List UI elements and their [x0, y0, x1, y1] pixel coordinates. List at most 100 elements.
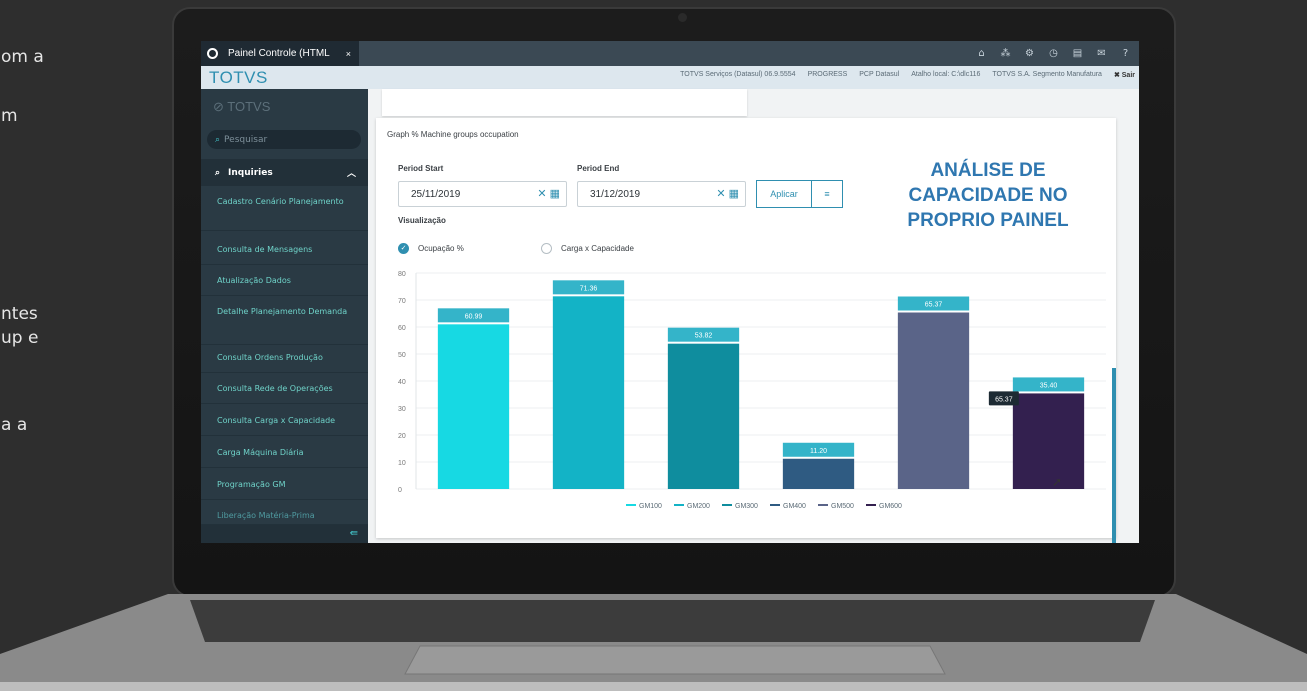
background-text-4: up e	[1, 328, 39, 348]
clear-calendar-icon[interactable]: ✕ ▦	[537, 187, 560, 200]
info-module: PCP Datasul	[859, 71, 900, 78]
search-icon: ⌕	[215, 134, 221, 145]
sidebar-item[interactable]: Liberação Matéria-Prima	[201, 509, 368, 525]
chevron-up-icon: ︿	[346, 169, 356, 179]
data-label: 35.40	[1040, 382, 1058, 389]
app-window: Painel Controle (HTML × ⌂ ⁂ ⚙ ◷ ▤ ✉ ? TO…	[201, 41, 1139, 543]
totvs-logo-icon	[207, 48, 218, 59]
toolbar-icons: ⌂ ⁂ ⚙ ◷ ▤ ✉ ?	[976, 41, 1131, 66]
mail-icon[interactable]: ✉	[1096, 48, 1107, 59]
legend-item: GM400	[783, 503, 806, 510]
info-company: TOTVS S.A. Segmento Manufatura	[992, 71, 1102, 78]
period-start-value: 25/11/2019	[411, 188, 461, 200]
period-end-field[interactable]: 31/12/2019 ✕ ▦	[577, 181, 746, 207]
bar-gm100	[437, 324, 510, 489]
webcam	[678, 13, 687, 22]
headline-text: ANÁLISE DE CAPACIDADE NO PROPRIO PAINEL	[907, 160, 1069, 231]
card-title: Graph % Machine groups occupation	[387, 130, 519, 139]
visualization-label: Visualização	[398, 216, 446, 225]
checked-radio-icon: ✓	[398, 243, 409, 254]
background-text-2: m	[1, 106, 18, 126]
brand-logo: TOTVS	[209, 68, 268, 87]
sidebar: ⊘ TOTVS ⌕ Pesquisar ⌕ Inquiries ︿ Cadast…	[201, 89, 368, 543]
sidebar-item[interactable]: Consulta de Mensagens	[201, 243, 368, 265]
header-bar: TOTVS TOTVS Serviços (Datasul) 06.9.5554…	[201, 66, 1139, 89]
gear-icon[interactable]: ⚙	[1024, 48, 1035, 59]
background-text-5: a a	[1, 415, 28, 435]
radio-load-capacity[interactable]: Carga x Capacidade	[541, 243, 634, 254]
sidebar-item[interactable]: Atualização Dados	[201, 274, 368, 296]
sidebar-section-inquiries[interactable]: ⌕ Inquiries ︿	[201, 159, 368, 186]
y-tick-label: 0	[398, 487, 402, 494]
sidebar-item[interactable]: Consulta Ordens Produção	[201, 351, 368, 373]
radio-occupation-label: Ocupação %	[418, 244, 464, 253]
section-label: Inquiries	[228, 167, 273, 178]
info-db: PROGRESS	[807, 71, 848, 78]
search-input[interactable]: ⌕ Pesquisar	[207, 130, 361, 149]
sidebar-item[interactable]: Detalhe Planejamento Demanda	[201, 305, 368, 345]
sidebar-item[interactable]: Programação GM	[201, 478, 368, 500]
legend-item: GM100	[639, 503, 662, 510]
occupation-card: Graph % Machine groups occupation Period…	[376, 118, 1116, 543]
radio-load-label: Carga x Capacidade	[561, 244, 634, 253]
radio-occupation[interactable]: ✓ Ocupação %	[398, 243, 464, 254]
y-tick-label: 60	[398, 325, 406, 332]
unchecked-radio-icon	[541, 243, 552, 254]
bar-gm400	[782, 458, 855, 489]
filter-icon: ≡	[824, 189, 830, 199]
y-tick-label: 30	[398, 406, 406, 413]
sidebar-logo: ⊘ TOTVS	[213, 99, 271, 114]
laptop-keyboard	[0, 594, 1307, 691]
search-icon: ⌕	[215, 167, 221, 178]
document-icon[interactable]: ▤	[1072, 48, 1083, 59]
tab-close-icon[interactable]: ×	[346, 49, 351, 59]
exit-button[interactable]: ✖ Sair	[1114, 71, 1135, 79]
period-start-label: Period Start	[398, 164, 444, 173]
tab-title: Painel Controle (HTML	[228, 48, 330, 59]
sidebar-item[interactable]: Consulta Carga x Capacidade	[201, 414, 368, 436]
bar-gm300	[667, 343, 740, 489]
data-label: 60.99	[465, 313, 483, 320]
y-tick-label: 20	[398, 433, 406, 440]
data-label: 71.36	[580, 285, 598, 292]
info-shortcut: Atalho local: C:\dlc116	[911, 71, 981, 78]
sidebar-item[interactable]: Carga Máquina Diária	[201, 446, 368, 468]
legend-item: GM200	[687, 503, 710, 510]
bar-gm600	[1012, 393, 1085, 489]
home-icon[interactable]: ⌂	[976, 48, 987, 59]
apply-button[interactable]: Aplicar	[756, 180, 812, 208]
y-tick-label: 70	[398, 298, 406, 305]
clear-calendar-icon[interactable]: ✕ ▦	[716, 187, 739, 200]
tab-bar: Painel Controle (HTML × ⌂ ⁂ ⚙ ◷ ▤ ✉ ?	[201, 41, 1139, 66]
sidebar-item[interactable]: Consulta Rede de Operações	[201, 382, 368, 404]
bar-gm500	[897, 312, 970, 489]
bar-gm200	[552, 296, 625, 489]
tab-painel-controle[interactable]: Painel Controle (HTML ×	[201, 41, 359, 66]
y-tick-label: 10	[398, 460, 406, 467]
y-tick-label: 80	[398, 271, 406, 278]
main-content: Graph % Machine groups occupation Period…	[368, 89, 1139, 543]
data-label: 65.37	[925, 302, 943, 309]
sidebar-item[interactable]: Cadastro Cenário Planejamento	[201, 195, 368, 231]
period-end-value: 31/12/2019	[590, 188, 641, 200]
search-placeholder: Pesquisar	[224, 134, 268, 145]
clock-icon[interactable]: ◷	[1048, 48, 1059, 59]
header-info: TOTVS Serviços (Datasul) 06.9.5554 PROGR…	[680, 71, 1135, 79]
legend-item: GM300	[735, 503, 758, 510]
legend-item: GM600	[879, 503, 902, 510]
y-tick-label: 40	[398, 379, 406, 386]
period-start-field[interactable]: 25/11/2019 ✕ ▦	[398, 181, 567, 207]
tooltip-text: 65.37	[995, 396, 1013, 403]
help-icon[interactable]: ?	[1120, 48, 1131, 59]
y-tick-label: 50	[398, 352, 406, 359]
network-icon[interactable]: ⁂	[1000, 48, 1011, 59]
legend-item: GM500	[831, 503, 854, 510]
period-end-label: Period End	[577, 164, 620, 173]
background-text-3: ntes	[1, 304, 38, 324]
collapse-menu-icon[interactable]: ⇚	[350, 528, 358, 539]
filter-dropdown-button[interactable]: ≡	[811, 180, 843, 208]
mouse-cursor-icon: ➚	[1052, 475, 1063, 489]
info-service: TOTVS Serviços (Datasul) 06.9.5554	[680, 71, 796, 78]
scrollbar[interactable]	[1112, 368, 1116, 543]
background-text-1: om a	[1, 47, 44, 67]
